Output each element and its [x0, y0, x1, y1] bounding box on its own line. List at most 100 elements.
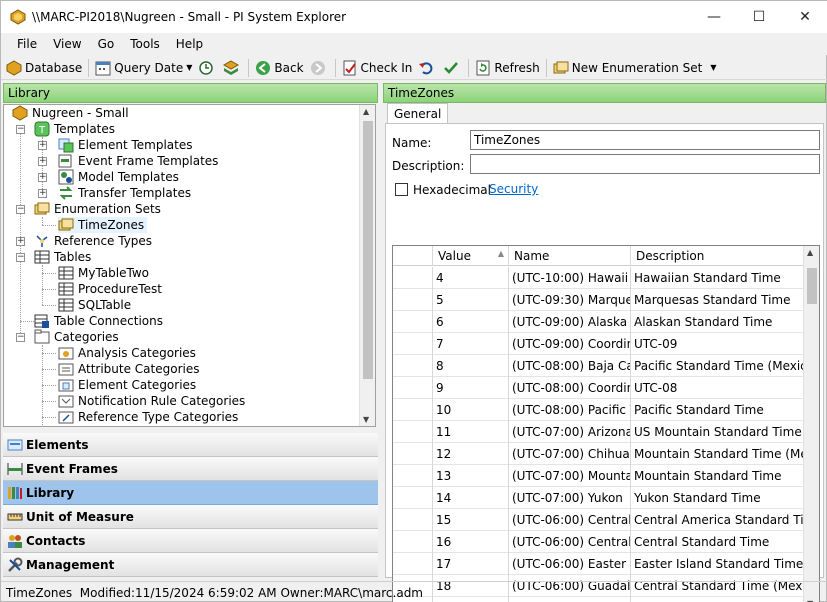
name-cell[interactable]: (UTC-09:00) Coordin... [509, 333, 631, 355]
menu-file[interactable]: File [9, 37, 45, 51]
table-row[interactable]: 11 (UTC-07:00) Arizona US Mountain Standar… [393, 421, 803, 443]
tree-node-reference-type-categories[interactable]: Reference Type Categories [58, 409, 238, 425]
tree-node-database[interactable]: Nugreen - Small [12, 105, 129, 121]
query-date-button[interactable]: Query Date ▼ [92, 57, 195, 79]
scroll-up-icon[interactable]: ▲ [807, 248, 813, 257]
description-cell[interactable]: UTC-09 [631, 333, 803, 355]
row-header[interactable] [393, 421, 433, 443]
table-row[interactable]: 17(UTC-06:00) Easter I...Easter Island S… [393, 553, 803, 575]
tree-node-timezones[interactable]: TimeZones [58, 217, 148, 233]
name-cell[interactable]: (UTC-09:30) Marque... [509, 289, 631, 311]
row-header[interactable] [393, 399, 433, 421]
value-cell[interactable]: 6 [433, 311, 509, 333]
table-row[interactable]: 16(UTC-06:00) Central ...Central Standar… [393, 531, 803, 553]
table-row[interactable]: 7(UTC-09:00) Coordin...UTC-09 [393, 333, 803, 355]
collapse-toggle[interactable]: − [16, 125, 25, 134]
description-cell[interactable]: Marquesas Standard Time [631, 289, 803, 311]
tree-node-categories[interactable]: Categories [34, 329, 119, 345]
nav-contacts[interactable]: Contacts [3, 529, 378, 553]
table-row[interactable]: 8(UTC-08:00) Baja Cal...Pacific Standard… [393, 355, 803, 377]
nav-management[interactable]: Management [3, 553, 378, 577]
description-cell[interactable]: US Mountain Standard Time [631, 421, 803, 443]
search-database-button[interactable] [220, 57, 245, 79]
description-cell[interactable]: UTC-08 [631, 377, 803, 399]
expand-toggle[interactable]: + [38, 157, 47, 166]
collapse-toggle[interactable]: − [16, 333, 25, 342]
name-cell[interactable]: (UTC-09:00) Alaska [509, 311, 631, 333]
close-button[interactable]: ✕ [782, 1, 827, 33]
collapse-toggle[interactable]: − [16, 205, 25, 214]
tree-node-reference-types[interactable]: Reference Types [34, 233, 152, 249]
value-cell[interactable]: 4 [433, 267, 509, 289]
row-header[interactable] [393, 443, 433, 465]
tree-node-analysis-categories[interactable]: Analysis Categories [58, 345, 196, 361]
value-cell[interactable]: 12 [433, 443, 509, 465]
table-row[interactable]: 6 (UTC-09:00) Alaska Alaskan Standard Time [393, 311, 803, 333]
expand-toggle[interactable]: + [38, 141, 47, 150]
tab-general[interactable]: General [387, 103, 449, 123]
description-cell[interactable]: Central America Standard Time [631, 509, 803, 531]
value-cell[interactable]: 5 [433, 289, 509, 311]
value-cell[interactable]: 11 [433, 421, 509, 443]
row-header[interactable] [393, 355, 433, 377]
tree-node-sqltable[interactable]: SQLTable [58, 297, 131, 313]
scroll-down-icon[interactable]: ▼ [363, 415, 369, 424]
value-cell[interactable]: 13 [433, 465, 509, 487]
undo-check-out-button[interactable] [415, 57, 440, 79]
tree-node-event-frame-templates[interactable]: Event Frame Templates [58, 153, 218, 169]
row-header[interactable] [393, 553, 433, 575]
grid-scrollbar-thumb[interactable] [807, 268, 817, 304]
name-field[interactable] [470, 130, 820, 150]
tree-node-templates[interactable]: T Templates [34, 121, 115, 137]
name-cell[interactable]: (UTC-07:00) Chihuah... [509, 443, 631, 465]
description-cell[interactable]: Alaskan Standard Time [631, 311, 803, 333]
maximize-button[interactable]: ☐ [736, 1, 782, 33]
description-cell[interactable]: Mountain Standard Time [631, 465, 803, 487]
new-enumeration-set-button[interactable]: New Enumeration Set ▼ [550, 57, 720, 79]
name-cell[interactable]: (UTC-08:00) Pacific T... [509, 399, 631, 421]
expand-toggle[interactable]: + [38, 189, 47, 198]
menu-view[interactable]: View [45, 37, 89, 51]
name-cell[interactable]: (UTC-10:00) Hawaii [509, 267, 631, 289]
accept-button[interactable] [440, 57, 465, 79]
description-cell[interactable]: Central Standard Time [631, 531, 803, 553]
description-cell[interactable]: Yukon Standard Time [631, 487, 803, 509]
database-button[interactable]: Database [3, 57, 85, 79]
tree-scrollbar-thumb[interactable] [363, 121, 373, 379]
table-row[interactable]: 9(UTC-08:00) Coordin...UTC-08 [393, 377, 803, 399]
tree-node-attribute-categories[interactable]: Attribute Categories [58, 361, 199, 377]
name-cell[interactable]: (UTC-06:00) Central ... [509, 531, 631, 553]
value-cell[interactable]: 14 [433, 487, 509, 509]
forward-button[interactable] [307, 57, 332, 79]
nav-event-frames[interactable]: Event Frames [3, 457, 378, 481]
description-cell[interactable]: Pacific Standard Time [631, 399, 803, 421]
row-header[interactable] [393, 487, 433, 509]
value-cell[interactable]: 17 [433, 553, 509, 575]
description-field[interactable] [470, 154, 820, 174]
row-header[interactable] [393, 311, 433, 333]
tree-node-mytabletwo[interactable]: MyTableTwo [58, 265, 149, 281]
check-in-button[interactable]: Check In [339, 57, 416, 79]
collapse-toggle[interactable]: − [16, 253, 25, 262]
nav-library[interactable]: Library [3, 481, 378, 505]
row-header[interactable] [393, 267, 433, 289]
nav-elements[interactable]: Elements [3, 433, 378, 457]
tree-node-transfer-templates[interactable]: Transfer Templates [58, 185, 191, 201]
tree-node-element-templates[interactable]: Element Templates [58, 137, 193, 153]
menu-help[interactable]: Help [168, 37, 211, 51]
tree-scrollbar[interactable]: ▲ ▼ [359, 105, 375, 426]
table-row[interactable]: 14 (UTC-07:00) Yukon Yukon Standard Time [393, 487, 803, 509]
back-button[interactable]: Back [252, 57, 306, 79]
name-cell[interactable]: (UTC-08:00) Coordin... [509, 377, 631, 399]
name-cell[interactable]: (UTC-07:00) Mountai... [509, 465, 631, 487]
tree-node-model-templates[interactable]: Model Templates [58, 169, 179, 185]
row-header[interactable] [393, 509, 433, 531]
description-cell[interactable]: Easter Island Standard Time [631, 553, 803, 575]
column-header-name[interactable]: Name [509, 246, 631, 266]
value-cell[interactable]: 7 [433, 333, 509, 355]
row-header[interactable] [393, 377, 433, 399]
table-row[interactable]: 12(UTC-07:00) Chihuah...Mountain Standar… [393, 443, 803, 465]
name-cell[interactable]: (UTC-07:00) Yukon [509, 487, 631, 509]
history-button[interactable] [195, 57, 220, 79]
description-cell[interactable]: Mountain Standard Time (Mexico) [631, 443, 803, 465]
